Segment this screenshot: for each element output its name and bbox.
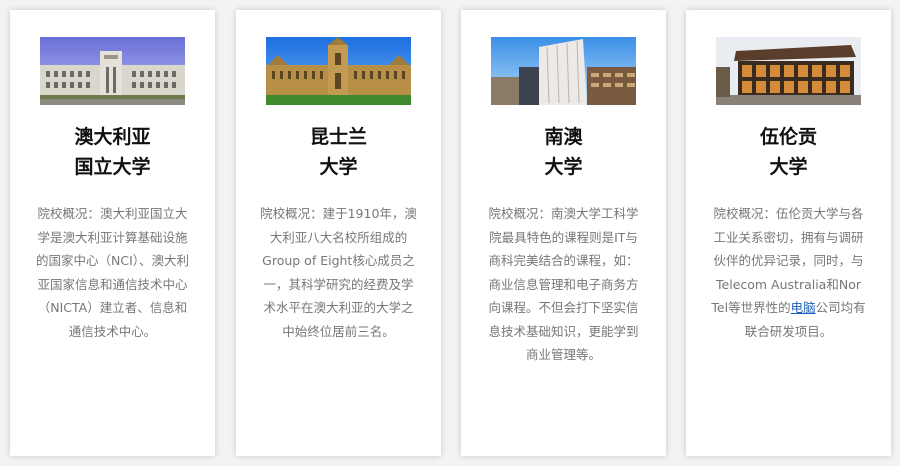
university-description: 院校概况：伍伦贡大学与各工业关系密切，拥有与调研伙伴的优异记录，同时，与Tele… <box>708 202 869 343</box>
title-line: 大学 <box>319 156 358 178</box>
university-title: 澳大利亚 国立大学 <box>10 122 215 182</box>
computer-link[interactable]: 电脑 <box>791 300 816 315</box>
university-title: 昆士兰 大学 <box>236 122 441 182</box>
university-description: 院校概况：南澳大学工科学院最具特色的课程则是IT与商科完美结合的课程，如：商业信… <box>488 206 639 362</box>
university-photo <box>40 37 185 105</box>
title-line: 南澳 <box>544 126 583 148</box>
university-card[interactable]: 伍伦贡 大学 院校概况：伍伦贡大学与各工业关系密切，拥有与调研伙伴的优异记录，同… <box>686 10 891 456</box>
university-title: 南澳 大学 <box>461 122 666 182</box>
university-cards: 澳大利亚 国立大学 院校概况：澳大利亚国立大学是澳大利亚计算基础设施的国家中心（… <box>0 0 900 466</box>
university-title: 伍伦贡 大学 <box>686 122 891 182</box>
university-card[interactable]: 南澳 大学 院校概况：南澳大学工科学院最具特色的课程则是IT与商科完美结合的课程… <box>461 10 666 456</box>
university-photo <box>266 37 411 105</box>
university-photo <box>491 37 636 105</box>
university-description: 院校概况：澳大利亚国立大学是澳大利亚计算基础设施的国家中心（NCI）、澳大利亚国… <box>35 206 190 339</box>
title-line: 大学 <box>769 156 808 178</box>
university-card[interactable]: 澳大利亚 国立大学 院校概况：澳大利亚国立大学是澳大利亚计算基础设施的国家中心（… <box>10 10 215 456</box>
university-photo <box>716 37 861 105</box>
description-text: 院校概况：伍伦贡大学与各工业关系密切，拥有与调研伙伴的优异记录，同时，与Tele… <box>711 206 864 315</box>
university-card[interactable]: 昆士兰 大学 院校概况：建于1910年，澳大利亚八大名校所组成的Group of… <box>236 10 441 456</box>
title-line: 大学 <box>544 156 583 178</box>
title-line: 伍伦贡 <box>759 126 817 148</box>
title-line: 国立大学 <box>74 156 151 178</box>
title-line: 昆士兰 <box>309 126 367 148</box>
university-description: 院校概况：建于1910年，澳大利亚八大名校所组成的Group of Eight核… <box>260 206 417 339</box>
title-line: 澳大利亚 <box>74 126 151 148</box>
